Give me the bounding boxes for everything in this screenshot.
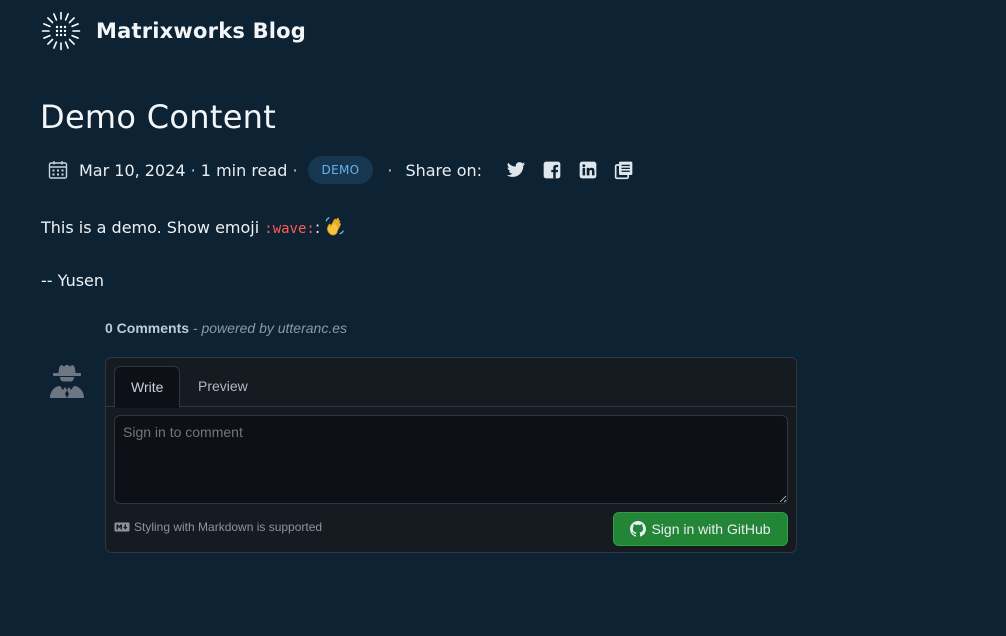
comment-textarea[interactable] [114,415,788,504]
meta-separator: · [287,160,298,180]
content-text: This is a demo. Show emoji [41,218,265,237]
anonymous-user-avatar-icon [50,365,84,398]
sign-in-github-label: Sign in with GitHub [651,521,771,537]
comments-count: 0 Comments [105,320,190,336]
content-paragraph: This is a demo. Show emoji :wave:: [41,215,346,240]
emoji-code: :wave: [264,221,315,237]
tag-demo[interactable]: DEMO [307,156,374,184]
post-date: Mar 10, 2024 [79,160,186,180]
markdown-note-text: Styling with Markdown is supported [134,520,323,534]
markdown-icon [114,522,130,532]
powered-by[interactable]: - powered by utteranc.es [193,320,347,336]
comment-box: Write Preview Styling with Markdown is s… [105,357,797,553]
meta-separator: · [387,160,393,180]
calendar-icon [48,161,68,179]
post-meta: Mar 10, 2024 · 1 min read · DEMO · Share… [48,154,634,186]
github-icon [630,521,647,537]
emoji-colon: : [314,218,321,237]
facebook-icon[interactable] [542,160,562,180]
waving-hand-icon [325,217,345,236]
tab-write[interactable]: Write [114,366,181,408]
sign-in-github-button[interactable]: Sign in with GitHub [613,512,788,546]
tab-preview[interactable]: Preview [182,366,264,406]
twitter-icon[interactable] [506,160,526,180]
comments-header: 0 Comments - powered by utteranc.es [105,320,347,336]
powered-by-text[interactable]: - powered by utteranc.es [193,320,347,336]
signature: -- Yusen [41,271,105,290]
matrixworks-logo-icon[interactable] [41,11,81,51]
markdown-note[interactable]: Styling with Markdown is supported [114,520,322,534]
page-title: Demo Content [40,98,277,136]
read-time: 1 min read [200,160,288,180]
linkedin-icon[interactable] [578,160,598,180]
site-title-link[interactable]: Matrixworks Blog [96,19,306,43]
copy-link-icon[interactable] [614,160,634,180]
share-label: Share on: [405,160,483,180]
meta-separator: · [185,160,201,180]
comment-tabs: Write Preview [106,358,796,408]
site-header: Matrixworks Blog [41,11,306,51]
post-content: This is a demo. Show emoji :wave:: -- Yu… [41,215,346,292]
